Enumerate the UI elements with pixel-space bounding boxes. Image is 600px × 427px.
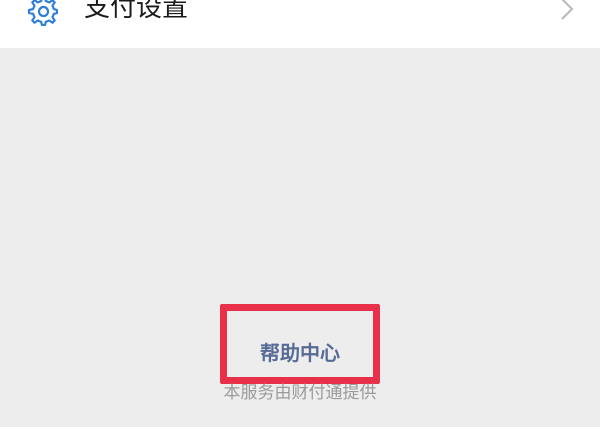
help-center-link[interactable]: 帮助中心 [220, 338, 380, 368]
chevron-right-icon [561, 0, 574, 20]
provider-note: 本服务由财付通提供 [223, 383, 377, 403]
gear-icon [27, 0, 58, 26]
payment-settings-label: 支付设置 [84, 0, 189, 23]
wallet-page: 支付设置 帮助中心 本服务由财付通提供 [0, 0, 600, 427]
payment-settings-row[interactable]: 支付设置 [0, 0, 600, 48]
